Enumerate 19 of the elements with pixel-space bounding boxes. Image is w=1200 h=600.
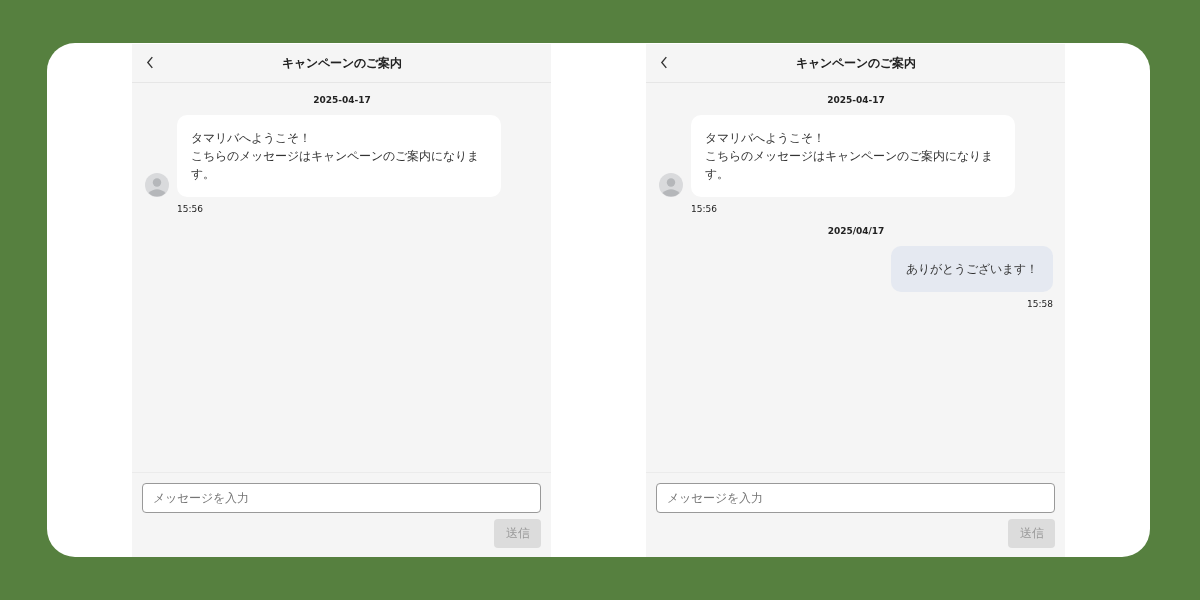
message-time: 15:58 <box>1027 299 1053 309</box>
back-icon[interactable] <box>660 56 669 69</box>
message-time: 15:56 <box>177 204 203 214</box>
message-text: こちらのメッセージはキャンペーンのご案内になります。 <box>705 148 994 183</box>
back-icon[interactable] <box>146 56 155 69</box>
message-text: タマリバへようこそ！ <box>705 130 826 147</box>
message-input-field[interactable]: メッセージを入力 <box>142 483 541 513</box>
screen-title: キャンペーンのご案内 <box>795 54 916 72</box>
avatar-icon <box>659 173 683 197</box>
screen-title: キャンペーンのご案内 <box>281 54 402 72</box>
date-label: 2025-04-17 <box>827 95 885 105</box>
message-text: こちらのメッセージはキャンペーンのご案内になります。 <box>191 148 480 183</box>
message-time: 15:56 <box>691 204 717 214</box>
avatar-icon <box>145 173 169 197</box>
message-text: タマリバへようこそ！ <box>191 130 312 147</box>
date-label: 2025-04-17 <box>313 95 371 105</box>
message-input-field[interactable]: メッセージを入力 <box>656 483 1055 513</box>
date-label: 2025/04/17 <box>827 226 885 236</box>
message-bubble: ありがとうございます！ <box>891 246 1053 292</box>
